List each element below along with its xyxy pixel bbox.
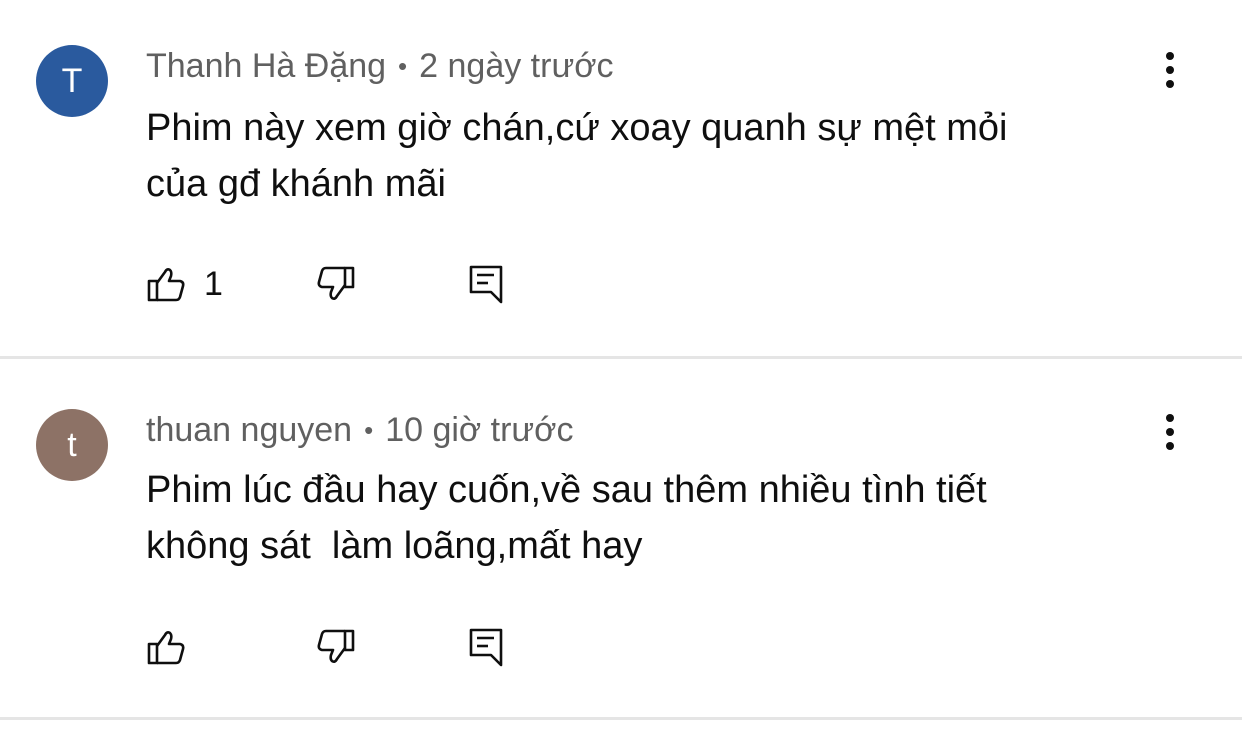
author-name[interactable]: thuan nguyen	[146, 411, 352, 449]
comment-text: Phim này xem giờ chán,cứ xoay quanh sự m…	[146, 100, 1146, 212]
like-count: 1	[204, 264, 223, 303]
comment-item: T Thanh Hà Đặng • 2 ngày trước Phim này xe…	[0, 0, 1242, 356]
like-button[interactable]	[146, 625, 186, 669]
thumb-up-icon	[147, 268, 185, 302]
comment-item: t thuan nguyen • 10 giờ trước Phim lúc đầu…	[0, 359, 1242, 717]
meta-separator: •	[364, 415, 374, 445]
more-vertical-icon	[1166, 52, 1174, 88]
meta-separator: •	[398, 51, 408, 81]
comment-text-line: Phim lúc đầu hay cuốn,về sau thêm nhiều …	[146, 469, 987, 511]
reply-comment-icon	[469, 628, 503, 667]
comment-text: Phim lúc đầu hay cuốn,về sau thêm nhiều …	[146, 462, 1146, 574]
reply-comment-icon	[469, 265, 503, 304]
comment-actions	[146, 625, 546, 669]
more-options-button[interactable]	[1150, 412, 1190, 452]
dislike-button[interactable]	[316, 625, 356, 669]
avatar[interactable]: T	[36, 45, 108, 117]
thumb-up-icon	[147, 631, 185, 665]
comment-text-line: không sát làm loãng,mất hay	[146, 525, 643, 567]
thumb-down-icon	[317, 629, 355, 663]
dislike-button[interactable]	[316, 262, 356, 306]
comment-text-line: Phim này xem giờ chán,cứ xoay quanh sự m…	[146, 107, 1008, 149]
author-name[interactable]: Thanh Hà Đặng	[146, 47, 386, 85]
reply-button[interactable]	[468, 625, 504, 669]
more-options-button[interactable]	[1150, 50, 1190, 90]
comment-meta: Thanh Hà Đặng • 2 ngày trước	[146, 44, 614, 88]
more-vertical-icon	[1166, 414, 1174, 450]
avatar[interactable]: t	[36, 409, 108, 481]
comment-meta: thuan nguyen • 10 giờ trước	[146, 408, 573, 452]
comment-time: 2 ngày trước	[419, 47, 614, 85]
comment-text-line: của gđ khánh mãi	[146, 163, 446, 205]
comment-divider	[0, 717, 1242, 720]
reply-button[interactable]	[468, 262, 504, 306]
thumb-down-icon	[317, 266, 355, 300]
comment-actions: 1	[146, 262, 546, 306]
like-button[interactable]: 1	[146, 262, 223, 306]
comment-time: 10 giờ trước	[385, 411, 574, 449]
